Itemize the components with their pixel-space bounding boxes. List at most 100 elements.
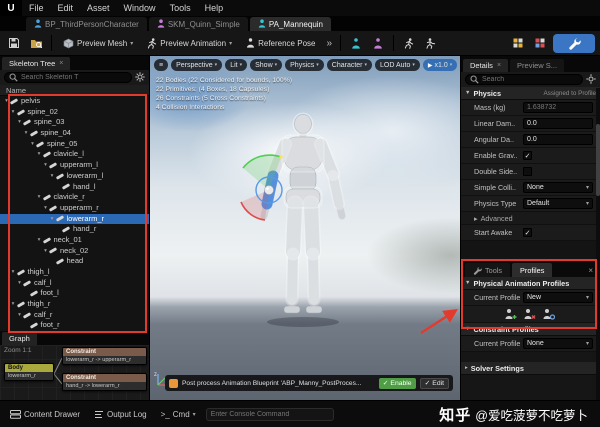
cmd-dropdown[interactable]: >_ Cmd ▾ bbox=[157, 406, 200, 423]
expander-icon[interactable]: ▾ bbox=[10, 267, 17, 278]
details-scrollbar[interactable] bbox=[596, 88, 600, 400]
expander-icon[interactable]: ▾ bbox=[36, 149, 43, 160]
skeleton-bone-foot_l[interactable]: foot_l bbox=[0, 288, 149, 299]
skeleton-bone-neck_02[interactable]: ▾ neck_02 bbox=[0, 246, 149, 257]
constraints-display-icon[interactable] bbox=[531, 34, 549, 52]
assign-to-profile-icon[interactable] bbox=[503, 308, 517, 321]
menu-item-help[interactable]: Help bbox=[198, 0, 231, 16]
graph-panel[interactable]: Zoom 1:1 Body lowerarm_r Constraint lowe… bbox=[0, 345, 149, 400]
menu-item-asset[interactable]: Asset bbox=[80, 0, 117, 16]
preview-mesh-button[interactable]: Preview Mesh ▾ bbox=[58, 34, 138, 52]
tree-settings-gear-icon[interactable] bbox=[135, 71, 145, 84]
details-settings-gear-icon[interactable] bbox=[586, 73, 596, 86]
constraint-profiles-header[interactable]: ▼ Constraint Profiles bbox=[461, 323, 600, 336]
menu-item-tools[interactable]: Tools bbox=[163, 0, 198, 16]
expander-icon[interactable]: ▾ bbox=[29, 139, 36, 150]
expander-icon[interactable]: ▾ bbox=[42, 160, 49, 171]
console-command-box[interactable] bbox=[205, 407, 334, 421]
viewport-button-physics[interactable]: Physics ▾ bbox=[285, 59, 324, 71]
start-awake-checkbox[interactable]: ✓ bbox=[523, 228, 532, 237]
physical-profile-dropdown[interactable]: New ▾ bbox=[523, 292, 593, 303]
mannequin-character[interactable] bbox=[223, 110, 383, 340]
skeleton-bone-upperarm_l[interactable]: ▾ upperarm_l bbox=[0, 160, 149, 171]
viewport[interactable]: ≡ Perspective ▾ Lit ▾ Show ▾ Physics ▾ Character… bbox=[150, 56, 460, 400]
physical-animation-profiles-header[interactable]: ▼ Physical Animation Profiles bbox=[461, 277, 600, 290]
console-command-input[interactable] bbox=[210, 410, 329, 418]
physics-editor-button[interactable] bbox=[553, 33, 595, 53]
expander-icon[interactable]: ▾ bbox=[49, 171, 56, 182]
details-search-box[interactable] bbox=[465, 74, 583, 85]
skeleton-bone-lowerarm_r[interactable]: ▾ lowerarm_r bbox=[0, 213, 149, 225]
graph-node-constraint[interactable]: Constraint lowerarm_r -> upperarm_r bbox=[62, 347, 147, 365]
menu-item-window[interactable]: Window bbox=[117, 0, 163, 16]
dropdown-field[interactable]: None ▾ bbox=[523, 182, 593, 193]
expander-icon[interactable]: ▾ bbox=[10, 107, 17, 118]
value-field[interactable]: 0.0 bbox=[523, 118, 593, 129]
viewport-button-perspective[interactable]: Perspective ▾ bbox=[171, 59, 223, 71]
expander-icon[interactable]: ▾ bbox=[36, 235, 43, 246]
details-search-input[interactable] bbox=[482, 76, 578, 83]
expander-icon[interactable]: ▾ bbox=[16, 278, 23, 289]
tab-graph[interactable]: Graph bbox=[2, 332, 37, 345]
skeleton-bone-hand_r[interactable]: hand_r bbox=[0, 224, 149, 235]
skeleton-bone-thigh_l[interactable]: ▾ thigh_l bbox=[0, 267, 149, 278]
checkbox[interactable] bbox=[523, 167, 532, 176]
close-icon[interactable]: × bbox=[59, 60, 63, 67]
animation-editor-icon[interactable] bbox=[400, 34, 418, 52]
viewport-button-x1-0[interactable]: ▶ x1.0 ▾ bbox=[422, 59, 458, 71]
mesh-editor-icon[interactable] bbox=[369, 34, 387, 52]
content-drawer-button[interactable]: Content Drawer bbox=[6, 406, 84, 423]
expander-icon[interactable]: ▾ bbox=[36, 192, 43, 203]
select-assigned-bodies-icon[interactable] bbox=[541, 308, 555, 321]
skeleton-search-input[interactable] bbox=[21, 74, 127, 81]
graph-node-body[interactable]: Body lowerarm_r bbox=[4, 363, 54, 381]
skeleton-bone-lowerarm_l[interactable]: ▾ lowerarm_l bbox=[0, 171, 149, 182]
physics-section-header[interactable]: ▼ Physics Assigned to Profile bbox=[461, 87, 600, 100]
tab-profiles[interactable]: Profiles bbox=[512, 263, 553, 277]
expander-icon[interactable]: ▾ bbox=[49, 214, 56, 225]
unreal-logo-icon[interactable]: U bbox=[0, 0, 22, 16]
skeleton-search-box[interactable] bbox=[4, 72, 132, 83]
expander-icon[interactable]: ▾ bbox=[23, 128, 30, 139]
skeleton-editor-icon[interactable] bbox=[347, 34, 365, 52]
asset-tab[interactable]: BP_ThirdPersonCharacter bbox=[26, 17, 147, 31]
close-icon[interactable]: × bbox=[497, 62, 501, 69]
viewport-menu-button[interactable]: ≡ bbox=[154, 59, 169, 71]
expander-icon[interactable]: ▾ bbox=[3, 96, 10, 107]
skeleton-bone-calf_l[interactable]: ▾ calf_l bbox=[0, 278, 149, 289]
viewport-button-show[interactable]: Show ▾ bbox=[250, 59, 283, 71]
animation-blueprint-editor-icon[interactable] bbox=[422, 34, 440, 52]
graph-node-constraint[interactable]: Constraint hand_r -> lowerarm_r bbox=[62, 373, 147, 391]
skeleton-bone-spine_02[interactable]: ▾ spine_02 bbox=[0, 107, 149, 118]
skeleton-bone-upperarm_r[interactable]: ▾ upperarm_r bbox=[0, 203, 149, 214]
asset-tab[interactable]: PA_Mannequin bbox=[249, 17, 331, 31]
advanced-expander[interactable]: ▸ Advanced bbox=[461, 212, 600, 225]
bodies-display-icon[interactable] bbox=[509, 34, 527, 52]
unassign-from-profile-icon[interactable] bbox=[522, 308, 536, 321]
asset-tab[interactable]: SKM_Quinn_Simple bbox=[148, 17, 248, 31]
tab-tools[interactable]: Tools bbox=[465, 263, 511, 277]
skeleton-bone-foot_r[interactable]: foot_r bbox=[0, 320, 149, 331]
expander-icon[interactable]: ▾ bbox=[10, 299, 17, 310]
skeleton-bone-spine_05[interactable]: ▾ spine_05 bbox=[0, 139, 149, 150]
constraint-profile-dropdown[interactable]: None ▾ bbox=[523, 338, 593, 349]
solver-settings-header[interactable]: ▸ Solver Settings bbox=[461, 362, 600, 375]
skeleton-bone-neck_01[interactable]: ▾ neck_01 bbox=[0, 235, 149, 246]
tab-preview-scene[interactable]: Preview S... bbox=[510, 59, 565, 72]
skeleton-bone-calf_r[interactable]: ▾ calf_r bbox=[0, 310, 149, 321]
reference-pose-button[interactable]: Reference Pose bbox=[241, 34, 320, 52]
output-log-button[interactable]: Output Log bbox=[90, 406, 151, 423]
save-icon[interactable] bbox=[5, 34, 23, 52]
preview-animation-button[interactable]: Preview Animation ▾ bbox=[142, 34, 237, 52]
viewport-button-lit[interactable]: Lit ▾ bbox=[225, 59, 248, 71]
expander-icon[interactable]: ▾ bbox=[42, 203, 49, 214]
value-field[interactable]: 1.638732 bbox=[523, 102, 593, 113]
skeleton-bone-head[interactable]: head bbox=[0, 256, 149, 267]
viewport-button-lod-auto[interactable]: LOD Auto ▾ bbox=[375, 59, 420, 71]
browse-to-asset-icon[interactable] bbox=[27, 34, 45, 52]
skeleton-bone-spine_03[interactable]: ▾ spine_03 bbox=[0, 117, 149, 128]
value-field[interactable]: 0.0 bbox=[523, 134, 593, 145]
tree-name-column-header[interactable]: Name bbox=[0, 85, 149, 96]
menu-item-edit[interactable]: Edit bbox=[51, 0, 81, 16]
skeleton-bone-pelvis[interactable]: ▾ pelvis bbox=[0, 96, 149, 107]
